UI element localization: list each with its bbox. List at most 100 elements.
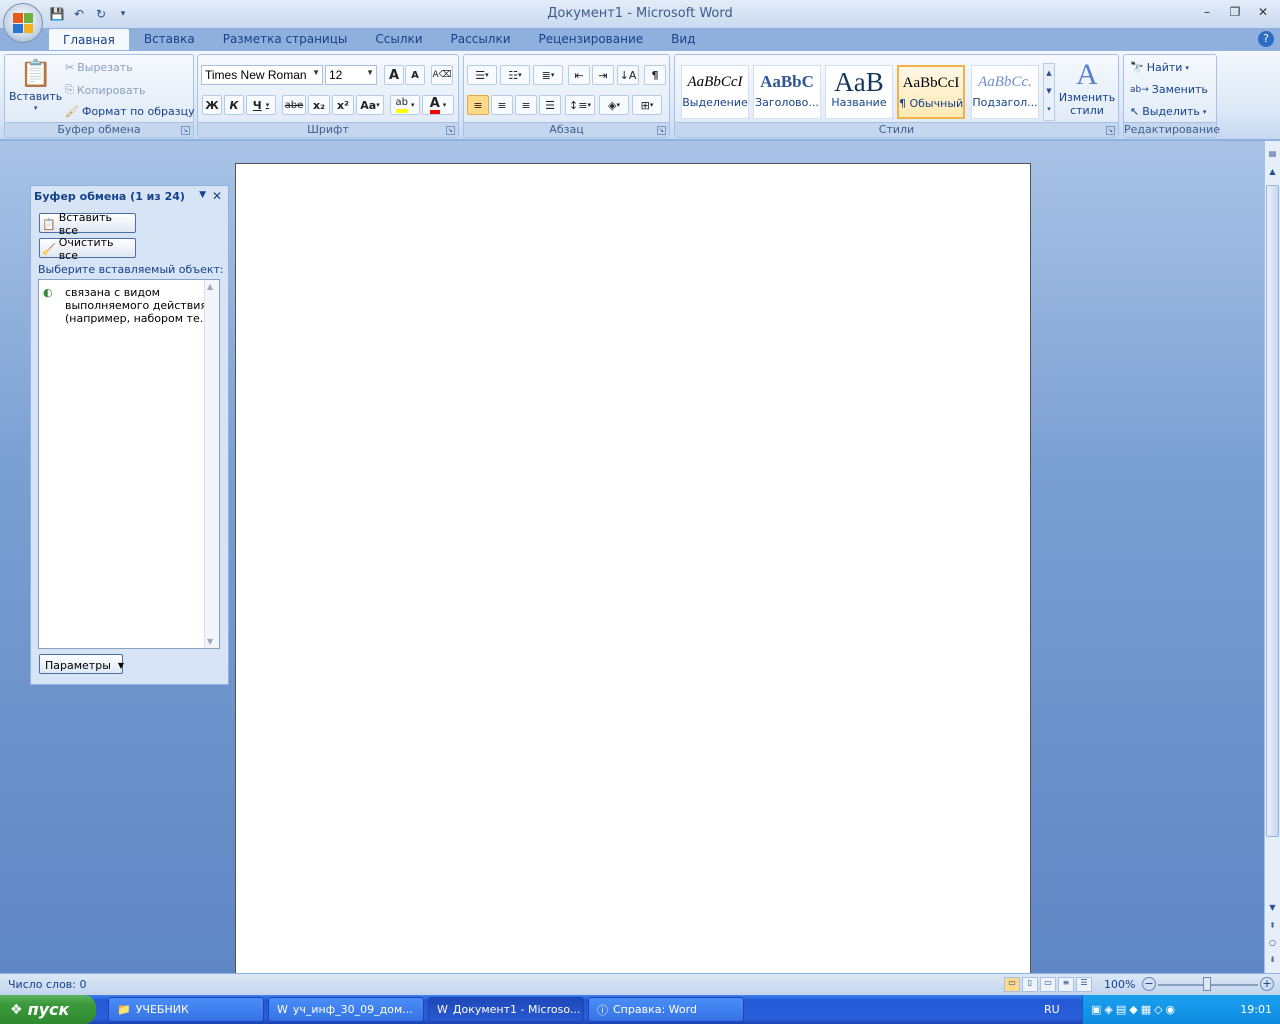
shading-button[interactable]: ◈ ▾	[599, 95, 629, 115]
close-icon[interactable]: ✕	[212, 189, 222, 203]
tab-home[interactable]: Главная	[48, 28, 130, 50]
clipboard-launcher-icon[interactable]: ↘	[181, 126, 190, 135]
clipboard-list-scrollbar[interactable]: ▲ ▼	[204, 280, 219, 648]
style-sample: AaBbCc.	[978, 74, 1032, 90]
help-icon[interactable]: ?	[1258, 31, 1274, 47]
increase-indent-button[interactable]: ⇥	[592, 65, 614, 85]
styles-gallery-scroll[interactable]: ▲ ▼ ▾	[1043, 63, 1055, 121]
close-icon[interactable]: ✕	[1254, 4, 1272, 20]
style-heading[interactable]: AaBbC Заголово...	[753, 65, 821, 119]
zoom-in-icon[interactable]: +	[1260, 977, 1274, 991]
font-name-select[interactable]: Times New Roman ▼	[201, 65, 323, 85]
clear-all-button[interactable]: 🧹 Очистить все	[39, 236, 136, 262]
zoom-slider-thumb[interactable]	[1203, 977, 1211, 991]
style-emphasis[interactable]: AaBbCcI Выделение	[681, 65, 749, 119]
sort-button[interactable]: ↓A	[617, 65, 639, 85]
vertical-scrollbar[interactable]: ▤ ▲ ▼ ⇞ ○ ⇟	[1264, 141, 1280, 973]
select-browse-object-icon[interactable]: ○	[1266, 938, 1279, 952]
taskbar-item-uchebnik[interactable]: 📁 УЧЕБНИК	[108, 997, 264, 1022]
previous-page-icon[interactable]: ⇞	[1266, 921, 1279, 935]
style-title[interactable]: AaB Название	[825, 65, 893, 119]
scroll-up-icon[interactable]: ▲	[1266, 167, 1279, 181]
style-normal[interactable]: AaBbCcI ¶ Обычный	[897, 65, 965, 119]
style-subtitle[interactable]: AaBbCc. Подзагол...	[971, 65, 1039, 119]
cut-button[interactable]: ✂ Вырезать	[65, 61, 133, 74]
decrease-indent-button[interactable]: ⇤	[568, 65, 590, 85]
highlight-button[interactable]: ab ▾	[390, 95, 420, 115]
pilcrow-icon: ¶	[651, 68, 659, 82]
change-styles-button[interactable]: A Изменить стили	[1059, 59, 1115, 118]
borders-button[interactable]: ⊞ ▾	[632, 95, 662, 115]
tab-page-layout[interactable]: Разметка страницы	[209, 28, 362, 50]
superscript-button[interactable]: x²	[332, 95, 354, 115]
outline-icon[interactable]: ≡	[1058, 977, 1074, 992]
taskbar-item-doc[interactable]: W уч_инф_30_09_дом...	[268, 997, 424, 1022]
restore-icon[interactable]: ❐	[1226, 4, 1244, 20]
tray-icons[interactable]: ▣◈▤◆▦◇◉	[1091, 1003, 1178, 1016]
minimize-icon[interactable]: –	[1198, 4, 1216, 20]
italic-button[interactable]: К	[224, 95, 244, 115]
bullets-button[interactable]: ☰ ▾	[467, 65, 497, 85]
replace-button[interactable]: ab→ Заменить	[1130, 83, 1208, 96]
tab-references[interactable]: Ссылки	[361, 28, 436, 50]
scroll-up-icon[interactable]: ▲	[207, 282, 213, 291]
tab-view[interactable]: Вид	[657, 28, 709, 50]
bold-button[interactable]: Ж	[202, 95, 222, 115]
print-layout-icon[interactable]: ▭	[1004, 977, 1020, 992]
next-page-icon[interactable]: ⇟	[1266, 955, 1279, 969]
copy-button[interactable]: ⎘ Копировать	[65, 83, 146, 97]
subscript-button[interactable]: x₂	[308, 95, 330, 115]
full-screen-reading-icon[interactable]: ▯	[1022, 977, 1038, 992]
styles-launcher-icon[interactable]: ↘	[1106, 126, 1115, 135]
scroll-down-icon[interactable]: ▼	[1266, 903, 1279, 917]
clipboard-item[interactable]: связана с видом выполняемого действия (н…	[65, 286, 225, 325]
paste-button[interactable]: 📋 Вставить ▾	[9, 59, 62, 112]
ruler-toggle-icon[interactable]: ▤	[1266, 149, 1279, 163]
justify-button[interactable]: ☰	[539, 95, 561, 115]
styles-group-label: Стили	[675, 122, 1118, 137]
font-color-button[interactable]: A ▾	[422, 95, 454, 115]
clear-format-button[interactable]: A⌫	[431, 65, 453, 85]
multilevel-list-button[interactable]: ≣ ▾	[533, 65, 563, 85]
web-layout-icon[interactable]: ▭	[1040, 977, 1056, 992]
office-button[interactable]	[3, 3, 43, 43]
font-launcher-icon[interactable]: ↘	[446, 126, 455, 135]
clipboard-pane-header: Буфер обмена (1 из 24) ▼ ✕	[31, 186, 228, 208]
pane-menu-chevron-icon[interactable]: ▼	[199, 190, 206, 200]
align-center-button[interactable]: ≡	[491, 95, 513, 115]
find-button[interactable]: 🔭 Найти ▾	[1130, 61, 1189, 74]
numbering-button[interactable]: ☷ ▾	[500, 65, 530, 85]
taskbar-item-help[interactable]: ⓘ Справка: Word	[588, 997, 744, 1022]
format-painter-button[interactable]: 🖌 Формат по образцу	[65, 105, 195, 118]
options-button[interactable]: Параметры ▼	[39, 654, 124, 674]
word-count[interactable]: Число слов: 0	[8, 978, 87, 991]
clear-format-icon: A⌫	[432, 70, 452, 80]
grow-font-button[interactable]: A	[384, 65, 404, 85]
draft-icon[interactable]: ☰	[1076, 977, 1092, 992]
align-right-button[interactable]: ≡	[515, 95, 537, 115]
select-button[interactable]: ↖ Выделить ▾	[1130, 105, 1206, 118]
paste-all-button[interactable]: 📋 Вставить все	[39, 211, 136, 237]
style-sample: AaBbCcI	[687, 74, 743, 90]
language-indicator[interactable]: RU	[1044, 1003, 1060, 1016]
align-left-button[interactable]: ≡	[467, 95, 489, 115]
paragraph-launcher-icon[interactable]: ↘	[657, 126, 666, 135]
scroll-down-icon[interactable]: ▼	[207, 637, 213, 646]
tab-mailings[interactable]: Рассылки	[437, 28, 525, 50]
show-marks-button[interactable]: ¶	[644, 65, 666, 85]
zoom-out-icon[interactable]: −	[1142, 977, 1156, 991]
underline-button[interactable]: Ч ▾	[246, 95, 276, 115]
taskbar-item-document1[interactable]: W Документ1 - Microso...	[428, 997, 584, 1022]
scrollbar-thumb[interactable]	[1266, 185, 1279, 837]
change-case-button[interactable]: Aa ▾	[356, 95, 384, 115]
line-spacing-button[interactable]: ↕≡ ▾	[565, 95, 595, 115]
start-button[interactable]: ❖ пуск	[0, 995, 96, 1024]
document-page[interactable]	[235, 163, 1031, 975]
shrink-font-button[interactable]: A	[405, 65, 425, 85]
strikethrough-button[interactable]: abe	[282, 95, 306, 115]
font-size-select[interactable]: 12 ▼	[325, 65, 377, 85]
tab-insert[interactable]: Вставка	[130, 28, 209, 50]
tab-review[interactable]: Рецензирование	[525, 28, 658, 50]
zoom-level[interactable]: 100%	[1104, 978, 1135, 991]
superscript-label: x²	[337, 98, 349, 112]
